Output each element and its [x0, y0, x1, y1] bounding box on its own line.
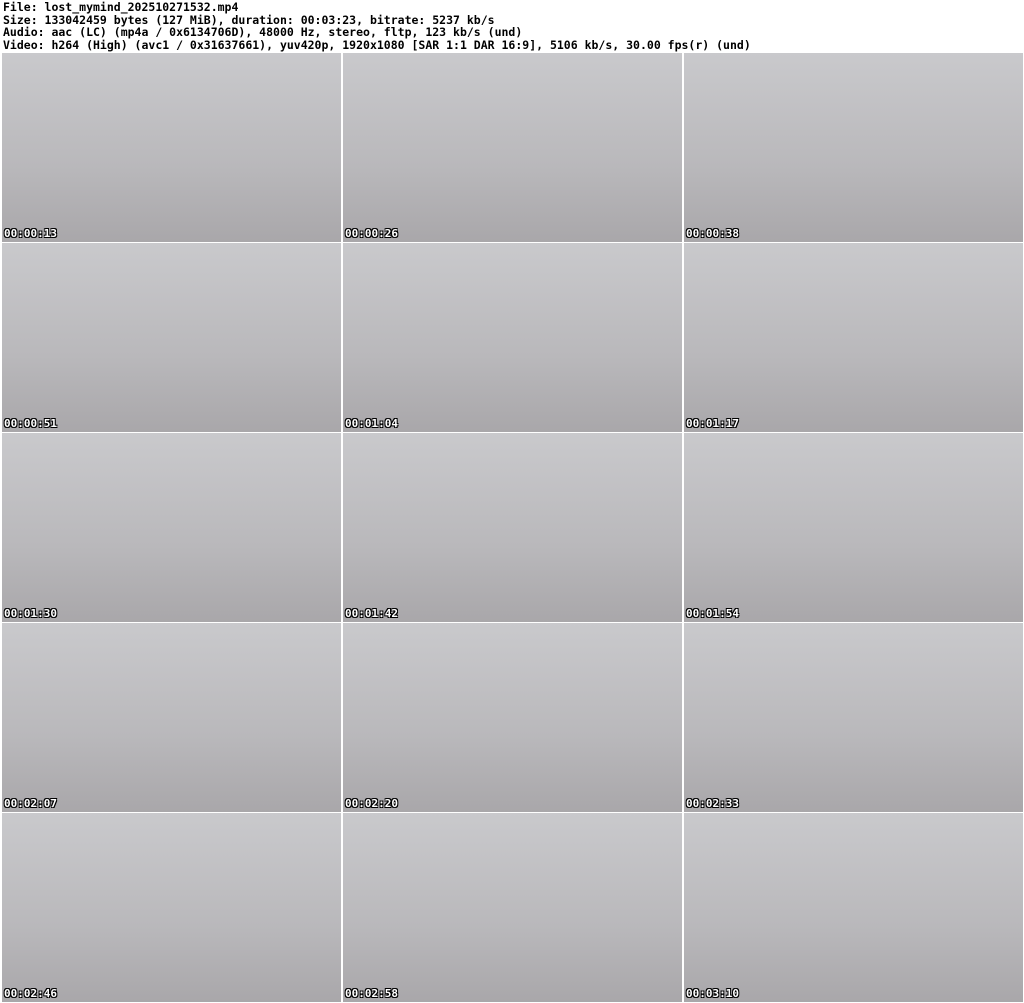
frame-timestamp: 00:02:46 — [4, 987, 57, 1000]
video-frame-thumbnail: 00:00:38 — [684, 53, 1023, 242]
frame-image-placeholder — [343, 53, 682, 242]
frame-image-placeholder — [684, 433, 1023, 622]
frame-image-placeholder — [343, 813, 682, 1002]
frame-image-placeholder — [684, 813, 1023, 1002]
frame-timestamp: 00:01:17 — [686, 417, 739, 430]
video-frame-thumbnail: 00:01:54 — [684, 433, 1023, 622]
frame-timestamp: 00:02:20 — [345, 797, 398, 810]
frame-image-placeholder — [684, 53, 1023, 242]
frame-image-placeholder — [343, 433, 682, 622]
frame-timestamp: 00:00:13 — [4, 227, 57, 240]
frame-timestamp: 00:02:58 — [345, 987, 398, 1000]
video-frame-thumbnail: 00:00:51 — [2, 243, 341, 432]
frame-image-placeholder — [2, 433, 341, 622]
video-frame-thumbnail: 00:00:26 — [343, 53, 682, 242]
frame-image-placeholder — [2, 813, 341, 1002]
video-frame-thumbnail: 00:03:10 — [684, 813, 1023, 1002]
frame-timestamp: 00:01:42 — [345, 607, 398, 620]
frame-timestamp: 00:01:30 — [4, 607, 57, 620]
thumbnail-grid: 00:00:13 00:00:26 00:00:38 00:00:51 00:01:04… — [2, 53, 1023, 1002]
frame-image-placeholder — [2, 243, 341, 432]
file-info-header: File: lost_mymind_202510271532.mp4 Size: … — [3, 1, 751, 51]
video-frame-thumbnail: 00:01:30 — [2, 433, 341, 622]
frame-image-placeholder — [343, 243, 682, 432]
frame-image-placeholder — [684, 623, 1023, 812]
frame-image-placeholder — [2, 623, 341, 812]
frame-timestamp: 00:03:10 — [686, 987, 739, 1000]
frame-image-placeholder — [2, 53, 341, 242]
video-frame-thumbnail: 00:01:42 — [343, 433, 682, 622]
frame-image-placeholder — [343, 623, 682, 812]
audio-info: Audio: aac (LC) (mp4a / 0x6134706D), 480… — [3, 25, 523, 40]
frame-timestamp: 00:00:38 — [686, 227, 739, 240]
video-frame-thumbnail: 00:02:07 — [2, 623, 341, 812]
video-frame-thumbnail: 00:02:46 — [2, 813, 341, 1002]
video-frame-thumbnail: 00:02:33 — [684, 623, 1023, 812]
frame-timestamp: 00:01:54 — [686, 607, 739, 620]
frame-image-placeholder — [684, 243, 1023, 432]
video-frame-thumbnail: 00:01:17 — [684, 243, 1023, 432]
frame-timestamp: 00:00:51 — [4, 417, 57, 430]
frame-timestamp: 00:02:33 — [686, 797, 739, 810]
frame-timestamp: 00:01:04 — [345, 417, 398, 430]
video-frame-thumbnail: 00:02:58 — [343, 813, 682, 1002]
frame-timestamp: 00:00:26 — [345, 227, 398, 240]
video-frame-thumbnail: 00:00:13 — [2, 53, 341, 242]
video-info: Video: h264 (High) (avc1 / 0x31637661), … — [3, 37, 751, 52]
video-frame-thumbnail: 00:01:04 — [343, 243, 682, 432]
video-frame-thumbnail: 00:02:20 — [343, 623, 682, 812]
file-name: File: lost_mymind_202510271532.mp4 — [3, 0, 239, 14]
frame-timestamp: 00:02:07 — [4, 797, 57, 810]
